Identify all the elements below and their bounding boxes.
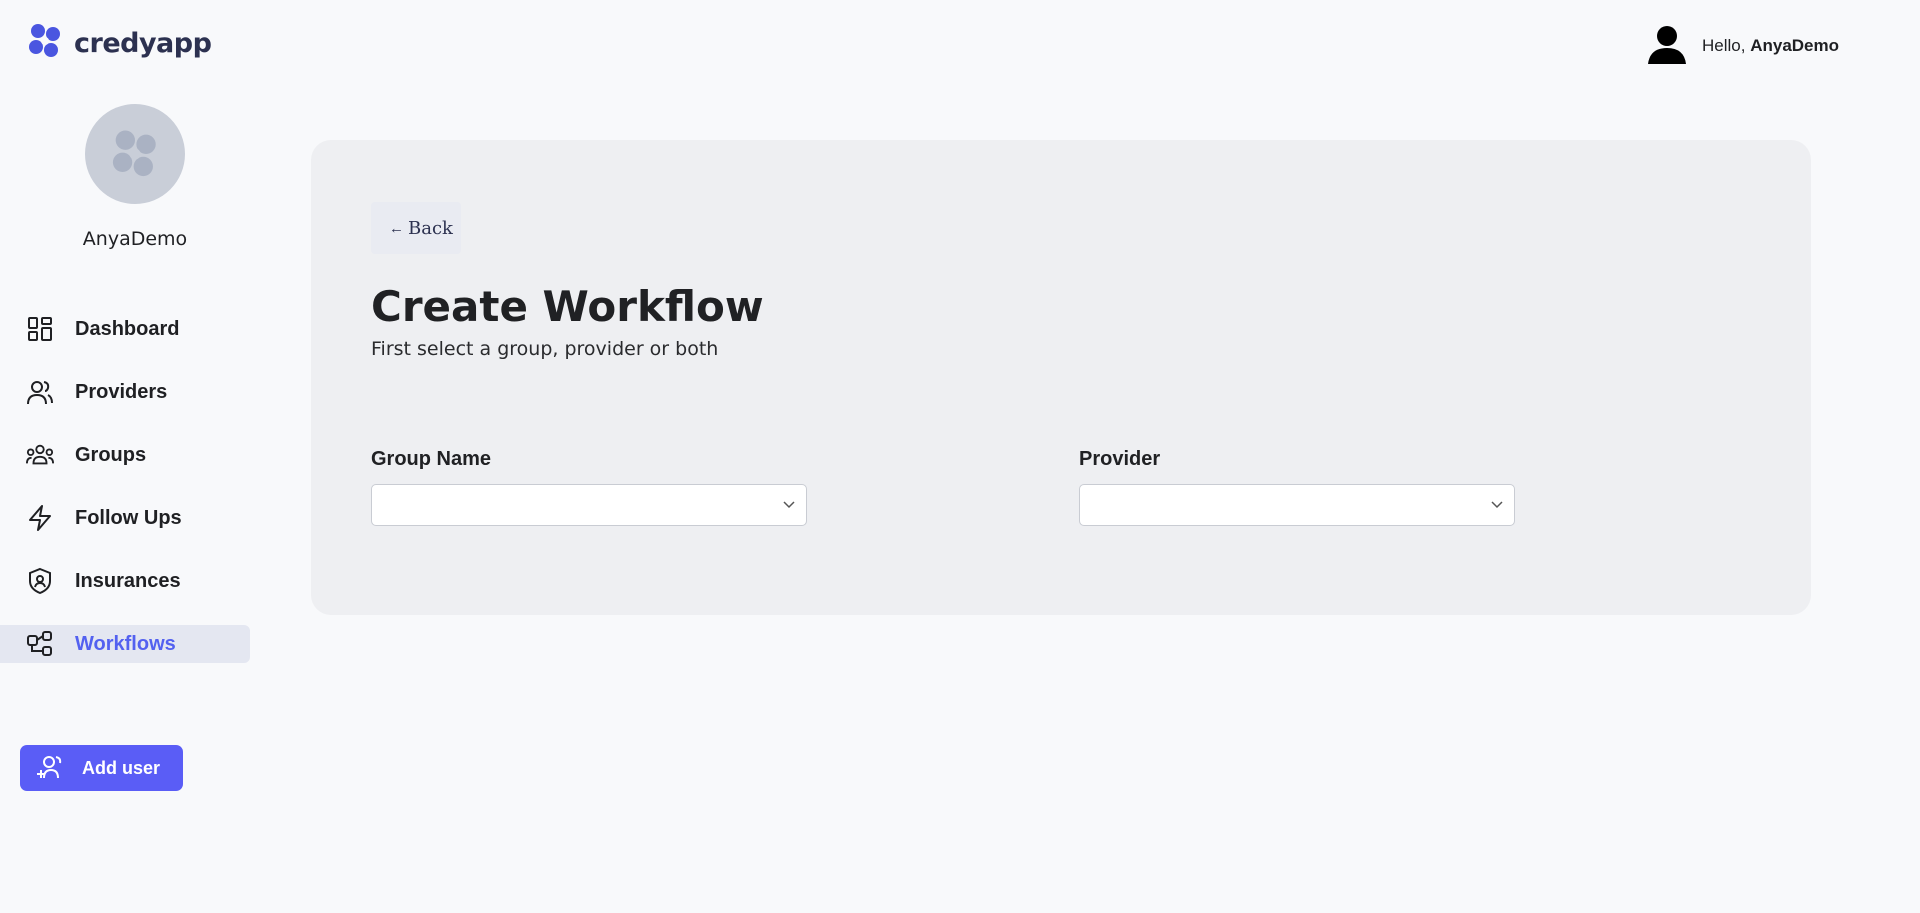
- sidebar-item-label: Insurances: [75, 569, 181, 592]
- sidebar-nav: Dashboard Providers Groups Follow Ups In…: [0, 310, 250, 688]
- chevron-down-icon: [1490, 496, 1504, 514]
- back-label: Back: [408, 217, 453, 239]
- sidebar-item-follow-ups[interactable]: Follow Ups: [0, 499, 250, 537]
- greeting-prefix: Hello,: [1702, 35, 1746, 55]
- greeting-name: AnyaDemo: [1750, 35, 1840, 55]
- sidebar-item-label: Follow Ups: [75, 506, 182, 529]
- dashboard-icon: [26, 315, 54, 343]
- sidebar-item-providers[interactable]: Providers: [0, 373, 250, 411]
- sidebar-item-label: Workflows: [75, 632, 176, 655]
- page-title: Create Workflow: [371, 282, 764, 331]
- sidebar-item-label: Dashboard: [75, 317, 180, 340]
- shield-icon: [26, 567, 54, 595]
- sidebar-item-dashboard[interactable]: Dashboard: [0, 310, 250, 348]
- provider-select[interactable]: [1079, 484, 1515, 526]
- chevron-down-icon: [782, 496, 796, 514]
- groups-icon: [26, 441, 54, 469]
- user-avatar-icon: [1646, 22, 1688, 69]
- user-greeting[interactable]: Hello, AnyaDemo: [1646, 22, 1839, 69]
- add-user-icon: [36, 754, 64, 783]
- profile-name: AnyaDemo: [82, 228, 188, 250]
- provider-label: Provider: [1079, 448, 1161, 470]
- add-user-button[interactable]: Add user: [20, 745, 183, 791]
- lightning-icon: [26, 504, 54, 532]
- create-workflow-card: ← Back Create Workflow First select a gr…: [311, 140, 1811, 615]
- page-subtitle: First select a group, provider or both: [371, 338, 719, 360]
- workflow-icon: [26, 630, 54, 658]
- sidebar-item-workflows[interactable]: Workflows: [0, 625, 250, 663]
- arrow-left-icon: ←: [389, 219, 404, 237]
- back-button[interactable]: ← Back: [371, 202, 461, 254]
- sidebar-item-groups[interactable]: Groups: [0, 436, 250, 474]
- sidebar-item-label: Groups: [75, 443, 147, 466]
- sidebar-item-insurances[interactable]: Insurances: [0, 562, 250, 600]
- add-user-label: Add user: [82, 757, 161, 778]
- sidebar-item-label: Providers: [75, 380, 168, 403]
- logo-text: credyapp: [74, 28, 212, 59]
- greeting-text: Hello, AnyaDemo: [1702, 36, 1839, 56]
- group-name-select[interactable]: [371, 484, 807, 526]
- app-logo[interactable]: credyapp: [24, 20, 212, 67]
- group-name-label: Group Name: [371, 448, 492, 470]
- providers-icon: [26, 378, 54, 406]
- logo-icon: [24, 20, 66, 67]
- profile-avatar: [85, 104, 185, 204]
